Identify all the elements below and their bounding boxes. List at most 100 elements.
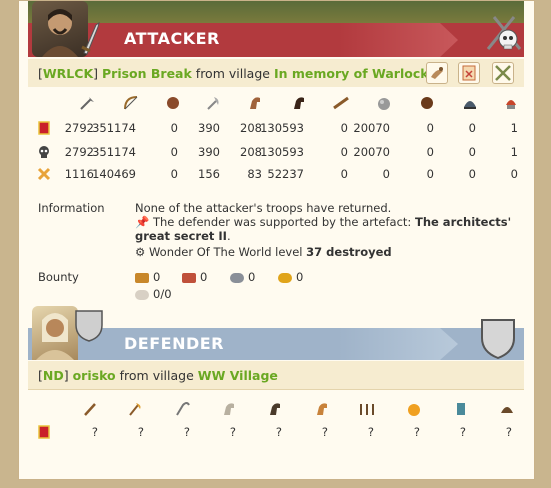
wonder-icon: ⚙ xyxy=(135,245,146,259)
troop-count: 140469 xyxy=(92,167,136,181)
skull-icon xyxy=(37,145,51,159)
battle-scene-strip xyxy=(28,1,524,23)
troop-count: 20070 xyxy=(353,121,390,135)
bounty-wood: 0 xyxy=(135,270,160,284)
troop-count: 52237 xyxy=(267,167,304,181)
troop-count: 0 xyxy=(170,167,178,181)
attacker-trapped-row: 1116 140469 0 156 83 52237 0 0 0 0 0 xyxy=(28,167,524,185)
attack-again-button[interactable] xyxy=(492,62,514,84)
cavalry-icon xyxy=(313,401,331,417)
shield-icon xyxy=(74,307,104,343)
defender-banner-arrow xyxy=(338,328,458,360)
defender-player-line: [ND] orisko from village WW Village xyxy=(28,361,524,390)
trapped-icon xyxy=(37,167,51,181)
troop-count: ? xyxy=(137,425,144,439)
info-wonder: ⚙ Wonder Of The World level 37 destroyed xyxy=(135,245,515,259)
bowman-icon xyxy=(122,95,140,111)
catapult-icon xyxy=(375,95,393,111)
report-copy-button[interactable] xyxy=(458,62,480,84)
attacker-identity: [WRLCK] Prison Break from village In mem… xyxy=(38,66,429,81)
attacker-village-link[interactable]: In memory of Warlock xyxy=(274,66,429,81)
settler-icon xyxy=(498,401,516,417)
troop-count: ? xyxy=(459,425,466,439)
sword-icon xyxy=(80,19,102,55)
troop-count: 0 xyxy=(426,145,434,159)
info-artefact: 📌 The defender was supported by the arte… xyxy=(135,215,515,243)
axe-icon xyxy=(204,95,222,111)
clay-icon xyxy=(182,272,196,283)
troop-count: 0 xyxy=(340,121,348,135)
report-content: ATTACKER [WRLCK] Prison Break from villa… xyxy=(28,1,524,479)
attacker-player-line: [WRLCK] Prison Break from village In mem… xyxy=(28,59,524,88)
hero-icon xyxy=(502,95,520,111)
troops-shield-icon xyxy=(37,425,51,439)
attacker-alliance-link[interactable]: WRLCK xyxy=(43,66,93,81)
defender-troops-row: ? ? ? ? ? ? ? ? ? ? xyxy=(28,425,524,443)
info-troops-returned: None of the attacker's troops have retur… xyxy=(135,201,392,215)
troop-count: 0 xyxy=(340,167,348,181)
ram-icon xyxy=(332,95,350,111)
troop-count: 390 xyxy=(198,121,220,135)
defender-alliance-link[interactable]: ND xyxy=(43,368,64,383)
defender-village-link[interactable]: WW Village xyxy=(198,368,278,383)
dark-horse-icon xyxy=(290,95,308,111)
defender-shield-badge-icon xyxy=(478,316,518,360)
wood-icon xyxy=(135,272,149,283)
skull-swords-icon xyxy=(484,9,524,53)
artefact-text: The defender was supported by the artefa… xyxy=(152,215,415,229)
troops-shield-icon xyxy=(37,121,51,135)
defender-player-link[interactable]: orisko xyxy=(73,368,116,383)
attacker-troops-row: 2792 351174 0 390 208 130593 0 20070 0 0… xyxy=(28,121,524,139)
clubswinger-icon xyxy=(78,95,96,111)
troop-count: 156 xyxy=(198,167,220,181)
bounty-clay: 0 xyxy=(182,270,207,284)
catapult-icon xyxy=(405,401,423,417)
troop-count: 0 xyxy=(340,145,348,159)
troop-count: ? xyxy=(321,425,328,439)
troop-count: 2792 xyxy=(64,145,94,159)
bounty-crop: 0 xyxy=(278,270,303,284)
bounty-iron-value: 0 xyxy=(248,270,256,284)
attacker-banner: ATTACKER xyxy=(28,23,524,57)
troop-count: 208 xyxy=(240,121,262,135)
troop-count: 208 xyxy=(240,145,262,159)
troop-count: 130593 xyxy=(260,121,304,135)
bounty-wood-value: 0 xyxy=(153,270,161,284)
chief-icon xyxy=(452,401,470,417)
troop-count: 0 xyxy=(170,145,178,159)
bounty-label: Bounty xyxy=(38,270,79,284)
troop-count: 130593 xyxy=(260,145,304,159)
bounty-iron: 0 xyxy=(230,270,255,284)
bounty-clay-value: 0 xyxy=(200,270,208,284)
attacker-dead-row: 2792 351174 0 390 208 130593 0 20070 0 0… xyxy=(28,145,524,163)
troop-count: 1116 xyxy=(64,167,94,181)
crop-icon xyxy=(278,272,292,283)
wonder-text: Wonder Of The World level xyxy=(148,245,307,259)
attacker-player-link[interactable]: Prison Break xyxy=(102,66,192,81)
horse-icon xyxy=(246,95,264,111)
troop-count: ? xyxy=(275,425,282,439)
simulate-button[interactable] xyxy=(426,62,448,84)
artefact-icon: 📌 xyxy=(135,215,150,229)
defender-title: DEFENDER xyxy=(124,334,224,353)
bounty-crop-value: 0 xyxy=(296,270,304,284)
wonder-level: 37 destroyed xyxy=(306,245,392,259)
troop-count: 351174 xyxy=(92,145,136,159)
troop-count: 0 xyxy=(382,167,390,181)
troop-count: 0 xyxy=(468,121,476,135)
defender-portrait xyxy=(32,306,78,360)
attacker-troop-icons xyxy=(28,95,524,113)
troop-count: 351174 xyxy=(92,121,136,135)
attacker-from-label: from village xyxy=(195,66,270,81)
scout-icon xyxy=(220,401,238,417)
troop-count: 83 xyxy=(247,167,262,181)
carry-icon xyxy=(135,289,149,300)
troop-count: 0 xyxy=(510,167,518,181)
chief-icon xyxy=(418,95,436,111)
horse-icon xyxy=(266,401,284,417)
defender-identity: [ND] orisko from village WW Village xyxy=(38,368,278,383)
troop-count: 20070 xyxy=(353,145,390,159)
information-label: Information xyxy=(38,201,105,215)
troop-count: ? xyxy=(229,425,236,439)
troop-count: 0 xyxy=(170,121,178,135)
